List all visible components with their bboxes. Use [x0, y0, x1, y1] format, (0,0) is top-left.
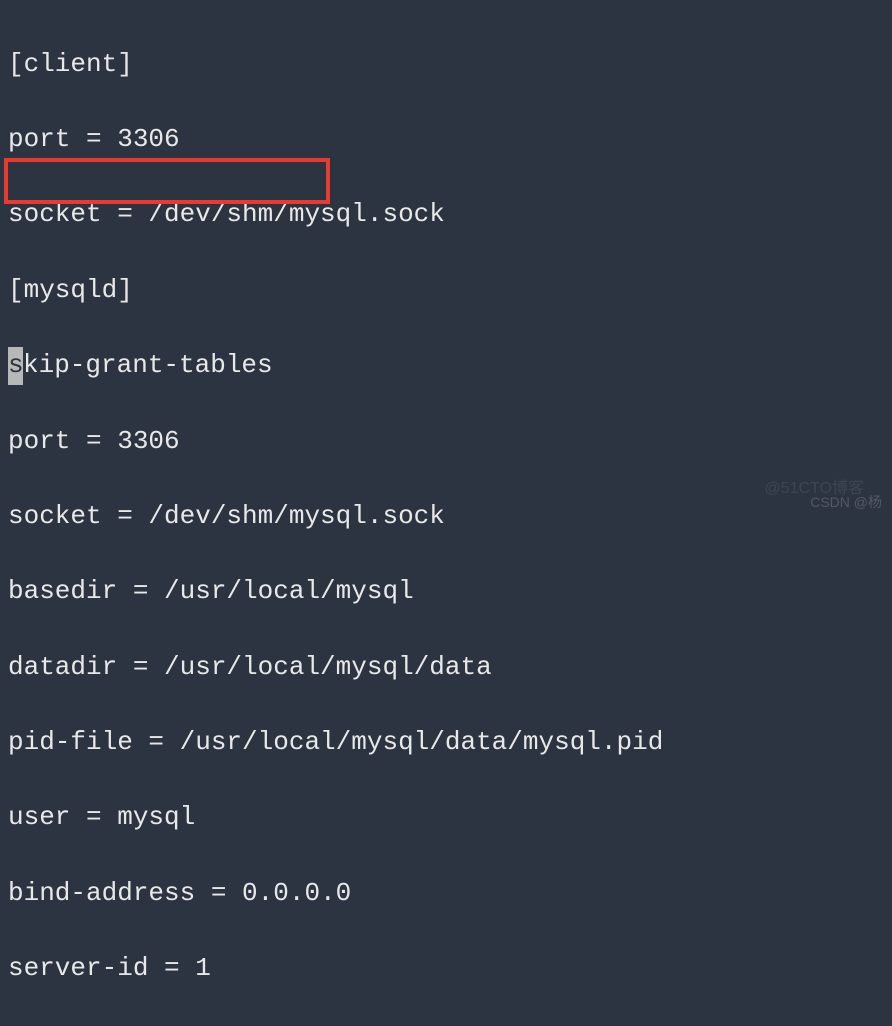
- config-line-datadir: datadir = /usr/local/mysql/data: [8, 649, 884, 687]
- config-line-bind-address: bind-address = 0.0.0.0: [8, 875, 884, 913]
- config-line-mysqld-socket: socket = /dev/shm/mysql.sock: [8, 498, 884, 536]
- config-line-mysqld-section: [mysqld]: [8, 272, 884, 310]
- config-line-client-section: [client]: [8, 46, 884, 84]
- config-line-pid-file: pid-file = /usr/local/mysql/data/mysql.p…: [8, 724, 884, 762]
- watermark-text-1: CSDN @杨: [810, 492, 882, 512]
- config-line-client-socket: socket = /dev/shm/mysql.sock: [8, 196, 884, 234]
- config-line-server-id: server-id = 1: [8, 950, 884, 988]
- config-line-skip-grant-tables: skip-grant-tables: [8, 347, 884, 385]
- config-line-user: user = mysql: [8, 799, 884, 837]
- config-line-client-port: port = 3306: [8, 121, 884, 159]
- text-cursor: s: [8, 347, 23, 385]
- config-text: kip-grant-tables: [23, 350, 273, 380]
- config-line-basedir: basedir = /usr/local/mysql: [8, 573, 884, 611]
- config-line-mysqld-port: port = 3306: [8, 423, 884, 461]
- terminal-editor[interactable]: [client] port = 3306 socket = /dev/shm/m…: [8, 8, 884, 1026]
